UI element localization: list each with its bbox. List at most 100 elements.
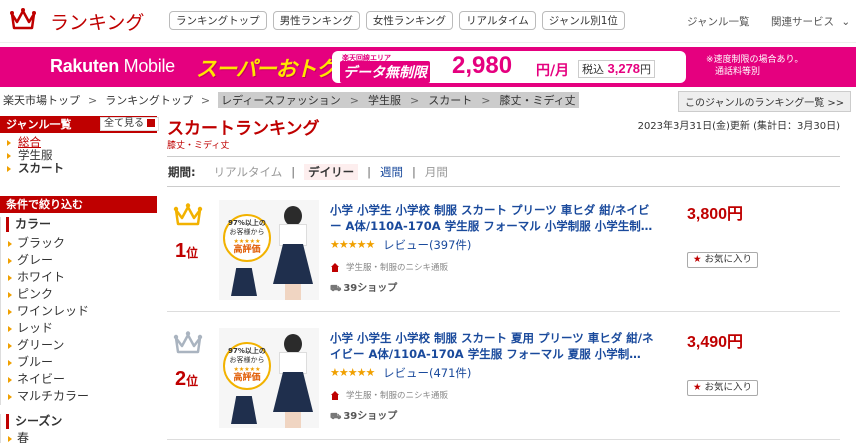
product-title[interactable]: 小学 小学生 小学校 制服 スカート 夏用 プリーツ 車ヒダ 紺/ネイビー A体… bbox=[330, 330, 660, 362]
breadcrumb-item[interactable]: 学生服 bbox=[368, 92, 401, 108]
rakuten-mobile-logo: Rakuten Mobile bbox=[50, 56, 175, 77]
color-option-red[interactable]: レッド bbox=[1, 320, 157, 337]
skirt-illustration bbox=[231, 396, 257, 424]
product-title[interactable]: 小学 小学生 小学校 制服 スカート プリーツ 車ヒダ 紺/ネイビー A体/11… bbox=[330, 202, 660, 234]
color-option-black[interactable]: ブラック bbox=[1, 235, 157, 252]
crown-logo-icon[interactable] bbox=[10, 8, 36, 32]
banner-note-line2: 通話料等別 bbox=[715, 67, 761, 77]
breadcrumb-item[interactable]: スカート bbox=[428, 92, 472, 108]
breadcrumb-item[interactable]: 膝丈・ミディ丈 bbox=[499, 92, 575, 108]
color-option-gray[interactable]: グレー bbox=[1, 252, 157, 269]
genre-ranking-list-link[interactable]: このジャンルのランキング一覧 >> bbox=[678, 91, 852, 112]
breadcrumb-separator: > bbox=[349, 93, 360, 107]
favorite-label: お気に入り bbox=[704, 382, 753, 393]
model-legs bbox=[285, 412, 301, 428]
model-legs bbox=[285, 284, 301, 300]
breadcrumb-item[interactable]: 楽天市場トップ bbox=[3, 92, 80, 108]
color-option-pink[interactable]: ピンク bbox=[1, 286, 157, 303]
site-header: ランキング ランキングトップ 男性ランキング 女性ランキング リアルタイム ジャ… bbox=[0, 0, 856, 43]
tax-price-value: 3,278 bbox=[607, 61, 641, 76]
badge-line: お客様から bbox=[229, 356, 265, 364]
sidebar-item-skirt[interactable]: スカート bbox=[0, 162, 157, 175]
product-image[interactable]: 97%以上の お客様から ★★★★★ 高評価 bbox=[219, 200, 319, 300]
color-option-white[interactable]: ホワイト bbox=[1, 269, 157, 286]
rakuten-mobile-banner[interactable]: Rakuten Mobile スーパーおトク 楽天回線エリア データ無制限 2,… bbox=[0, 47, 856, 87]
product-price: 3,800円 bbox=[687, 206, 744, 223]
crown-silver-icon bbox=[173, 331, 203, 354]
breadcrumb-separator: > bbox=[88, 93, 98, 107]
breadcrumb-item[interactable]: ランキングトップ bbox=[105, 92, 193, 108]
period-daily[interactable]: デイリー bbox=[304, 164, 359, 180]
rank-value: 2 bbox=[175, 368, 187, 390]
model-shirt bbox=[279, 352, 307, 374]
favorite-label: お気に入り bbox=[704, 254, 753, 265]
logo-rest: Mobile bbox=[118, 56, 176, 76]
tab-men-ranking[interactable]: 男性ランキング bbox=[272, 11, 360, 30]
view-all-button[interactable]: 全て見る bbox=[100, 117, 159, 131]
rating-stars: ★★★★★ bbox=[330, 238, 375, 251]
banner-price: 2,980 bbox=[452, 52, 513, 79]
tab-women-ranking[interactable]: 女性ランキング bbox=[365, 11, 454, 30]
price-box: 楽天回線エリア データ無制限 2,980 円/月 税込 3,278円 bbox=[332, 51, 686, 83]
rank-number: 1位 bbox=[175, 240, 198, 263]
favorite-button[interactable]: ★ お気に入り bbox=[687, 380, 759, 396]
logo-text[interactable]: ランキング bbox=[50, 8, 144, 35]
model-hair bbox=[284, 206, 302, 226]
tab-ranking-top[interactable]: ランキングトップ bbox=[169, 11, 267, 30]
color-option-multicolor[interactable]: マルチカラー bbox=[1, 388, 157, 405]
favorite-button[interactable]: ★ お気に入り bbox=[687, 252, 759, 268]
season-filter-list: 春 bbox=[1, 430, 157, 443]
update-date: 2023年3月31日(金)更新 (集計日：3月30日) bbox=[637, 121, 840, 132]
period-realtime[interactable]: リアルタイム bbox=[214, 164, 283, 180]
tab-genre-first[interactable]: ジャンル別1位 bbox=[541, 11, 625, 30]
badge-percent: 97%以上の bbox=[228, 347, 266, 355]
color-option-wine-red[interactable]: ワインレッド bbox=[1, 303, 157, 320]
breadcrumb-item[interactable]: レディースファッション bbox=[221, 92, 341, 108]
period-monthly[interactable]: 月間 bbox=[425, 164, 448, 180]
review-link[interactable]: レビュー(471件) bbox=[383, 365, 471, 381]
tax-unit: 円 bbox=[640, 63, 652, 76]
ranking-item: 2位 97%以上の お客様から ★★★★★ 高評価 小学 小学生 小学校 制服 … bbox=[167, 318, 840, 440]
tab-realtime[interactable]: リアルタイム bbox=[459, 11, 536, 30]
season-option-spring[interactable]: 春 bbox=[1, 430, 157, 443]
shop-icon bbox=[330, 390, 340, 400]
color-filter: カラー ブラック グレー ホワイト ピンク ワインレッド レッド グリーン ブル… bbox=[0, 217, 157, 405]
season-filter-header: シーズン bbox=[6, 414, 157, 429]
period-separator: | bbox=[367, 165, 372, 179]
page-subtitle: 膝丈・ミディ丈 bbox=[167, 141, 230, 151]
review-link[interactable]: レビュー(397件) bbox=[383, 237, 471, 253]
color-option-green[interactable]: グリーン bbox=[1, 337, 157, 354]
genre-list-link[interactable]: ジャンル一覧 bbox=[687, 14, 749, 29]
chevron-down-icon: ⌄ bbox=[841, 16, 851, 28]
shop-icon bbox=[330, 262, 340, 272]
banner-unit: 円/月 bbox=[536, 63, 570, 79]
color-option-blue[interactable]: ブルー bbox=[1, 354, 157, 371]
period-weekly[interactable]: 週間 bbox=[380, 164, 403, 180]
badge-main: 高評価 bbox=[233, 245, 261, 255]
rating-stars: ★★★★★ bbox=[330, 366, 375, 379]
product-price: 3,490円 bbox=[687, 334, 744, 351]
shop-link[interactable]: 学生服・制服のニシキ通販 bbox=[330, 389, 448, 401]
period-separator: | bbox=[291, 165, 296, 179]
shop-name: 学生服・制服のニシキ通販 bbox=[346, 391, 449, 401]
divider bbox=[167, 156, 840, 157]
banner-headline: スーパーおトク bbox=[196, 57, 337, 81]
badge-main: 高評価 bbox=[233, 373, 261, 383]
divider bbox=[167, 186, 840, 187]
period-selector: 期間: リアルタイム | デイリー | 週間 | 月間 bbox=[168, 164, 448, 180]
shop-link[interactable]: 学生服・制服のニシキ通販 bbox=[330, 261, 448, 273]
rank-number: 2位 bbox=[175, 368, 198, 391]
page-title: スカートランキング bbox=[167, 119, 320, 139]
truck-icon: ⛟ bbox=[330, 284, 342, 294]
shipping-badge: ⛟ 39ショップ bbox=[330, 279, 397, 295]
season-filter: シーズン 春 bbox=[0, 414, 157, 443]
color-filter-header: カラー bbox=[6, 217, 157, 232]
rating-badge: 97%以上の お客様から ★★★★★ 高評価 bbox=[223, 214, 271, 262]
rating-badge: 97%以上の お客様から ★★★★★ 高評価 bbox=[223, 342, 271, 390]
product-image[interactable]: 97%以上の お客様から ★★★★★ 高評価 bbox=[219, 328, 319, 428]
color-option-navy[interactable]: ネイビー bbox=[1, 371, 157, 388]
related-services-menu[interactable]: 関連サービス ⌄ bbox=[771, 14, 850, 29]
truck-icon: ⛟ bbox=[330, 412, 342, 422]
rank-suffix: 位 bbox=[186, 374, 199, 388]
tax-label: 税込 bbox=[582, 63, 604, 76]
